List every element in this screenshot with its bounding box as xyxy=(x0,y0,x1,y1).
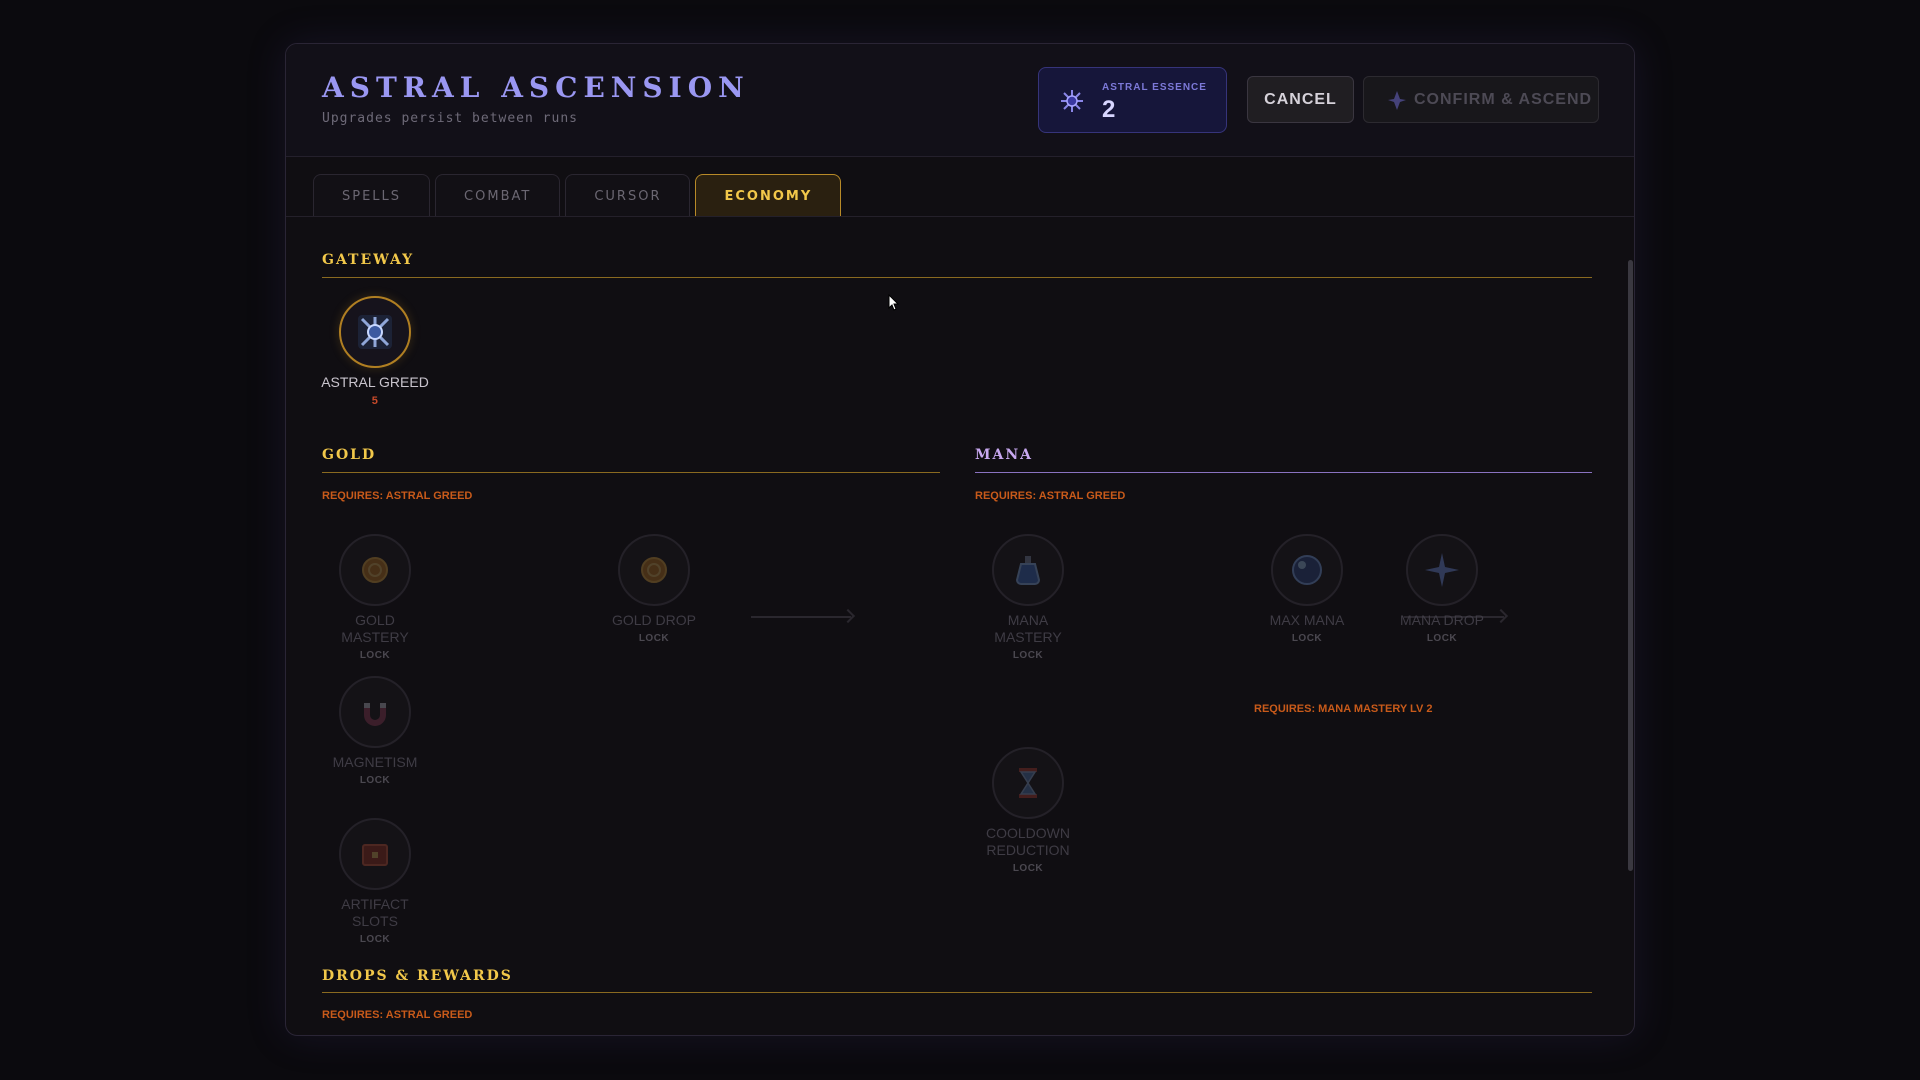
magnet-icon xyxy=(364,703,386,726)
node-status: LOCK xyxy=(1291,633,1323,644)
node-artifact-slots[interactable]: ARTIFACT SLOTS LOCK xyxy=(320,818,430,945)
page-title: ASTRAL ASCENSION xyxy=(322,71,750,104)
mouse-cursor-icon xyxy=(888,294,900,311)
ascend-icon xyxy=(1388,91,1406,110)
node-status: LOCK xyxy=(1426,633,1458,644)
essence-label: ASTRAL ESSENCE xyxy=(1102,82,1207,93)
gold-coin-icon xyxy=(641,557,667,583)
node-max-mana[interactable]: MAX MANA LOCK xyxy=(1252,534,1362,644)
page-subtitle: Upgrades persist between runs xyxy=(322,111,578,126)
node-gold-mastery[interactable]: GOLD MASTERY LOCK xyxy=(320,534,430,661)
astral-greed-icon xyxy=(358,315,392,349)
gold-requirement: REQUIRES: ASTRAL GREED xyxy=(322,490,473,502)
node-name: MANA DROP xyxy=(1399,612,1484,628)
node-circle xyxy=(339,676,411,748)
gold-heading: GOLD xyxy=(322,447,377,463)
orb-icon xyxy=(1292,555,1322,585)
chest-icon xyxy=(362,844,388,866)
node-circle xyxy=(339,296,411,368)
node-circle xyxy=(618,534,690,606)
confirm-label: CONFIRM & ASCEND xyxy=(1414,90,1593,108)
tab-spells[interactable]: SPELLS xyxy=(313,174,431,217)
node-mana-mastery[interactable]: MANA MASTERY LOCK xyxy=(973,534,1083,661)
node-circle xyxy=(992,534,1064,606)
node-name: COOLDOWN REDUCTION xyxy=(986,825,1070,858)
node-circle xyxy=(1271,534,1343,606)
gold-coin-icon xyxy=(362,557,388,583)
node-mana-drop[interactable]: MANA DROP LOCK xyxy=(1387,534,1497,644)
astral-essence-counter: ASTRAL ESSENCE 2 xyxy=(1038,67,1227,133)
mana-requirement: REQUIRES: ASTRAL GREED xyxy=(975,490,1126,502)
mana-divider xyxy=(975,472,1592,473)
node-magnetism[interactable]: MAGNETISM LOCK xyxy=(320,676,430,786)
gateway-divider xyxy=(322,277,1592,278)
node-circle xyxy=(992,747,1064,819)
ascension-modal: ASTRAL ASCENSION Upgrades persist betwee… xyxy=(285,43,1635,1036)
node-cooldown-reduction[interactable]: COOLDOWN REDUCTION LOCK xyxy=(973,747,1083,874)
node-circle xyxy=(339,818,411,890)
node-level: 5 xyxy=(371,395,379,407)
node-name: GOLD DROP xyxy=(611,612,696,628)
tab-divider xyxy=(286,216,1634,217)
essence-value: 2 xyxy=(1102,96,1116,123)
gold-divider xyxy=(322,472,940,473)
node-name: MAX MANA xyxy=(1269,612,1345,628)
node-name: GOLD MASTERY xyxy=(341,612,409,645)
node-name: ASTRAL GREED xyxy=(321,374,429,390)
node-name: MAGNETISM xyxy=(332,754,418,770)
mana-sub-requirement: REQUIRES: MANA MASTERY LV 2 xyxy=(1254,703,1433,715)
essence-icon xyxy=(1061,90,1083,112)
gateway-heading: GATEWAY xyxy=(322,252,415,268)
node-gold-drop[interactable]: GOLD DROP LOCK xyxy=(599,534,709,644)
node-astral-greed[interactable]: ASTRAL GREED 5 xyxy=(320,296,430,407)
hourglass-icon xyxy=(1019,768,1037,798)
modal-header: ASTRAL ASCENSION Upgrades persist betwee… xyxy=(286,44,1634,157)
category-tabs: SPELLS COMBAT CURSOR ECONOMY xyxy=(313,174,842,217)
tab-combat[interactable]: COMBAT xyxy=(435,174,561,217)
node-status: LOCK xyxy=(638,633,670,644)
mana-heading: MANA xyxy=(975,447,1034,463)
tab-cursor[interactable]: CURSOR xyxy=(565,174,691,217)
node-status: LOCK xyxy=(359,934,391,945)
node-name: MANA MASTERY xyxy=(994,612,1062,645)
node-status: LOCK xyxy=(359,650,391,661)
node-status: LOCK xyxy=(359,775,391,786)
node-status: LOCK xyxy=(1012,863,1044,874)
content-scrollbar[interactable] xyxy=(1628,260,1633,871)
node-name: ARTIFACT SLOTS xyxy=(341,896,409,929)
node-circle xyxy=(1406,534,1478,606)
confirm-ascend-button[interactable]: CONFIRM & ASCEND xyxy=(1363,76,1599,123)
connector-arrow xyxy=(751,616,851,618)
drops-requirement: REQUIRES: ASTRAL GREED xyxy=(322,1009,473,1021)
node-status: LOCK xyxy=(1012,650,1044,661)
tab-economy[interactable]: ECONOMY xyxy=(695,174,842,217)
drops-divider xyxy=(322,992,1592,993)
drops-heading: DROPS & REWARDS xyxy=(322,968,513,984)
node-circle xyxy=(339,534,411,606)
sparkle-icon xyxy=(1425,553,1459,587)
cancel-button[interactable]: CANCEL xyxy=(1247,76,1354,123)
potion-icon xyxy=(1015,556,1041,585)
